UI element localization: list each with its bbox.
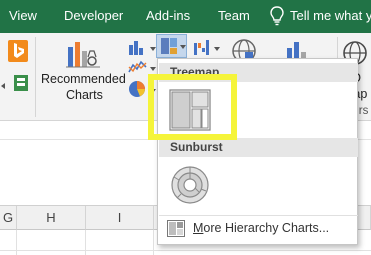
excel-window: View Developer Add-ins Team Tell me what… (0, 0, 371, 255)
treemap-highlight-box (148, 74, 237, 140)
chevron-down-icon[interactable] (214, 47, 220, 51)
more-charts-icon (167, 220, 185, 237)
column-header-h-label: H (46, 210, 56, 225)
column-chart-icon[interactable] (128, 39, 148, 55)
grid-line (153, 230, 154, 255)
hierarchy-chart-button[interactable] (156, 34, 187, 58)
tab-team[interactable]: Team (218, 8, 250, 23)
more-hierarchy-charts-item[interactable]: More Hierarchy Charts... (193, 221, 329, 235)
chevron-down-icon[interactable] (150, 67, 156, 71)
more-hierarchy-charts-accesskey: M (193, 221, 204, 235)
hierarchy-chart-icon (161, 38, 177, 54)
tell-me-search[interactable]: Tell me what yo (290, 8, 371, 23)
ribbon-tab-bar: View Developer Add-ins Team Tell me what… (0, 0, 371, 33)
chevron-left-icon (1, 83, 5, 89)
group-separator (35, 37, 36, 117)
recommended-charts-icon[interactable] (66, 39, 100, 69)
divider (159, 215, 358, 216)
column-header-g[interactable]: G (0, 206, 17, 230)
sunburst-icon[interactable] (170, 165, 210, 205)
waterfall-chart-icon[interactable] (193, 39, 213, 55)
bing-icon[interactable] (8, 40, 28, 62)
tab-add-ins[interactable]: Add-ins (146, 8, 190, 23)
tab-developer[interactable]: Developer (64, 8, 123, 23)
lightbulb-icon[interactable] (269, 6, 285, 26)
grid-line (16, 230, 17, 255)
grid-line (0, 250, 371, 251)
recommended-charts-label-line2[interactable]: Charts (66, 88, 103, 102)
store-icon[interactable] (8, 73, 30, 93)
column-header-h[interactable]: H (17, 206, 86, 230)
more-hierarchy-charts-label: ore Hierarchy Charts... (203, 221, 330, 235)
recommended-charts-label-line1[interactable]: Recommended (41, 72, 126, 86)
pie-chart-icon[interactable] (128, 80, 146, 98)
line-chart-icon[interactable] (128, 59, 148, 75)
grid-line (85, 230, 86, 255)
tab-view[interactable]: View (9, 8, 37, 23)
sunburst-section-header: Sunburst (159, 138, 358, 157)
chevron-down-icon (180, 45, 186, 49)
column-header-i[interactable]: I (86, 206, 154, 230)
